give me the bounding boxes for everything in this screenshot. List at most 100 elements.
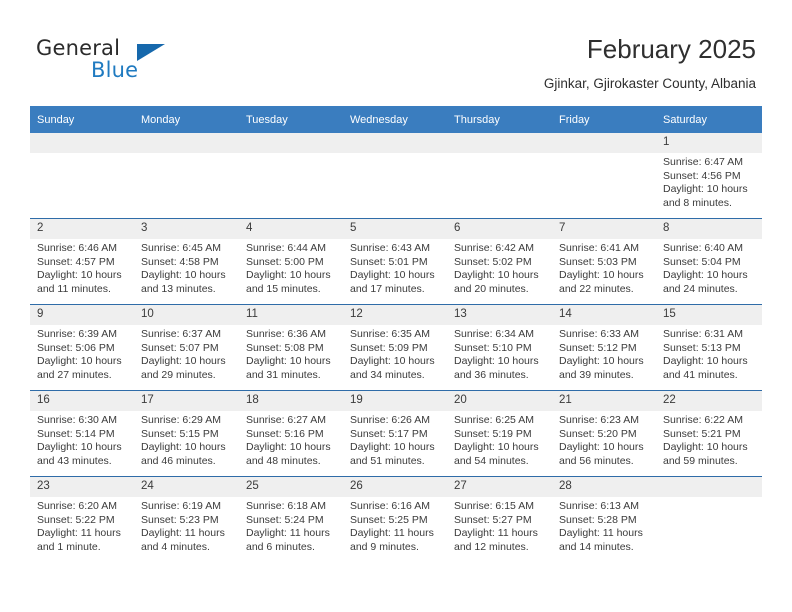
daylight-text: Daylight: 10 hours and 24 minutes. (663, 269, 748, 295)
day-number: 10 (134, 305, 239, 325)
day-details: Sunrise: 6:46 AM Sunset: 4:57 PM Daylight:… (30, 239, 134, 296)
day-number: 26 (343, 477, 447, 497)
day-details: Sunrise: 6:16 AM Sunset: 5:25 PM Daylight:… (343, 497, 447, 554)
weekday-header-friday: Friday (552, 106, 656, 133)
weekday-header-thursday: Thursday (447, 106, 552, 133)
sunrise-text: Sunrise: 6:40 AM (663, 242, 743, 254)
daylight-text: Daylight: 11 hours and 1 minute. (37, 527, 121, 553)
calendar-cell-empty (239, 133, 343, 219)
calendar-day-cell[interactable]: 24 Sunrise: 6:19 AM Sunset: 5:23 PM Dayligh… (134, 476, 239, 562)
sunset-text: Sunset: 5:27 PM (454, 513, 532, 526)
day-cell-inner: 19 Sunrise: 6:26 AM Sunset: 5:17 PM Dayligh… (343, 391, 447, 476)
day-details: Sunrise: 6:43 AM Sunset: 5:01 PM Daylight:… (343, 239, 447, 296)
calendar-day-cell[interactable]: 4 Sunrise: 6:44 AM Sunset: 5:00 PM Daylight… (239, 218, 343, 305)
day-details: Sunrise: 6:18 AM Sunset: 5:24 PM Daylight:… (239, 497, 343, 554)
calendar-day-cell[interactable]: 22 Sunrise: 6:22 AM Sunset: 5:21 PM Dayligh… (656, 390, 762, 477)
sunset-text: Sunset: 5:14 PM (37, 427, 115, 440)
calendar-day-cell[interactable]: 10 Sunrise: 6:37 AM Sunset: 5:07 PM Dayligh… (134, 304, 239, 391)
calendar-day-cell[interactable]: 20 Sunrise: 6:25 AM Sunset: 5:19 PM Dayligh… (447, 390, 552, 477)
day-details: Sunrise: 6:30 AM Sunset: 5:14 PM Daylight:… (30, 411, 134, 468)
day-cell-inner: 10 Sunrise: 6:37 AM Sunset: 5:07 PM Dayligh… (134, 305, 239, 390)
calendar-day-cell[interactable]: 6 Sunrise: 6:42 AM Sunset: 5:02 PM Daylight… (447, 218, 552, 305)
sunset-text: Sunset: 5:16 PM (246, 427, 324, 440)
day-number (656, 477, 762, 497)
calendar-day-cell[interactable]: 21 Sunrise: 6:23 AM Sunset: 5:20 PM Dayligh… (552, 390, 656, 477)
calendar-day-cell[interactable]: 25 Sunrise: 6:18 AM Sunset: 5:24 PM Dayligh… (239, 476, 343, 562)
weekday-header-monday: Monday (134, 106, 239, 133)
sunset-text: Sunset: 5:17 PM (350, 427, 428, 440)
day-details: Sunrise: 6:45 AM Sunset: 4:58 PM Daylight:… (134, 239, 239, 296)
calendar-day-cell[interactable]: 9 Sunrise: 6:39 AM Sunset: 5:06 PM Daylight… (30, 304, 134, 391)
sunrise-text: Sunrise: 6:16 AM (350, 500, 430, 512)
calendar-day-cell[interactable]: 28 Sunrise: 6:13 AM Sunset: 5:28 PM Dayligh… (552, 476, 656, 562)
sunset-text: Sunset: 5:22 PM (37, 513, 115, 526)
sunrise-text: Sunrise: 6:20 AM (37, 500, 117, 512)
day-number (552, 133, 656, 153)
day-details: Sunrise: 6:20 AM Sunset: 5:22 PM Daylight:… (30, 497, 134, 554)
sunset-text: Sunset: 5:09 PM (350, 341, 428, 354)
daylight-text: Daylight: 10 hours and 54 minutes. (454, 441, 539, 467)
calendar-cell-empty (134, 133, 239, 219)
calendar-week-row: 23 Sunrise: 6:20 AM Sunset: 5:22 PM Dayligh… (30, 476, 762, 562)
calendar-day-cell[interactable]: 8 Sunrise: 6:40 AM Sunset: 5:04 PM Daylight… (656, 218, 762, 305)
day-cell-inner: 28 Sunrise: 6:13 AM Sunset: 5:28 PM Dayligh… (552, 477, 656, 562)
day-cell-inner: 11 Sunrise: 6:36 AM Sunset: 5:08 PM Dayligh… (239, 305, 343, 390)
calendar-day-cell[interactable]: 17 Sunrise: 6:29 AM Sunset: 5:15 PM Dayligh… (134, 390, 239, 477)
calendar-day-cell[interactable]: 7 Sunrise: 6:41 AM Sunset: 5:03 PM Daylight… (552, 218, 656, 305)
calendar-day-cell[interactable]: 12 Sunrise: 6:35 AM Sunset: 5:09 PM Dayligh… (343, 304, 447, 391)
calendar-day-cell[interactable]: 15 Sunrise: 6:31 AM Sunset: 5:13 PM Dayligh… (656, 304, 762, 391)
day-number: 17 (134, 391, 239, 411)
sunrise-text: Sunrise: 6:30 AM (37, 414, 117, 426)
day-cell-inner: 5 Sunrise: 6:43 AM Sunset: 5:01 PM Daylight… (343, 219, 447, 304)
day-number: 8 (656, 219, 762, 239)
day-cell-inner: 12 Sunrise: 6:35 AM Sunset: 5:09 PM Dayligh… (343, 305, 447, 390)
day-number: 14 (552, 305, 656, 325)
daylight-text: Daylight: 11 hours and 12 minutes. (454, 527, 538, 553)
day-number: 28 (552, 477, 656, 497)
sunrise-text: Sunrise: 6:46 AM (37, 242, 117, 254)
calendar-day-cell[interactable]: 3 Sunrise: 6:45 AM Sunset: 4:58 PM Daylight… (134, 218, 239, 305)
calendar-day-cell[interactable]: 16 Sunrise: 6:30 AM Sunset: 5:14 PM Dayligh… (30, 390, 134, 477)
sunrise-text: Sunrise: 6:18 AM (246, 500, 326, 512)
calendar-day-cell[interactable]: 19 Sunrise: 6:26 AM Sunset: 5:17 PM Dayligh… (343, 390, 447, 477)
day-number: 4 (239, 219, 343, 239)
day-cell-inner: 14 Sunrise: 6:33 AM Sunset: 5:12 PM Dayligh… (552, 305, 656, 390)
sunset-text: Sunset: 5:00 PM (246, 255, 324, 268)
sunset-text: Sunset: 5:01 PM (350, 255, 428, 268)
general-blue-logo[interactable]: General Blue (36, 36, 276, 88)
daylight-text: Daylight: 10 hours and 43 minutes. (37, 441, 122, 467)
day-details: Sunrise: 6:31 AM Sunset: 5:13 PM Daylight:… (656, 325, 762, 382)
day-cell-inner: 2 Sunrise: 6:46 AM Sunset: 4:57 PM Daylight… (30, 219, 134, 304)
calendar-day-cell[interactable]: 13 Sunrise: 6:34 AM Sunset: 5:10 PM Dayligh… (447, 304, 552, 391)
day-cell-inner (30, 133, 134, 218)
sunrise-text: Sunrise: 6:19 AM (141, 500, 221, 512)
day-number (343, 133, 447, 153)
day-cell-inner (239, 133, 343, 218)
sunrise-text: Sunrise: 6:43 AM (350, 242, 430, 254)
calendar-day-cell[interactable]: 27 Sunrise: 6:15 AM Sunset: 5:27 PM Dayligh… (447, 476, 552, 562)
calendar-day-cell[interactable]: 2 Sunrise: 6:46 AM Sunset: 4:57 PM Daylight… (30, 218, 134, 305)
day-details: Sunrise: 6:39 AM Sunset: 5:06 PM Daylight:… (30, 325, 134, 382)
day-details: Sunrise: 6:15 AM Sunset: 5:27 PM Daylight:… (447, 497, 552, 554)
calendar-day-cell[interactable]: 1 Sunrise: 6:47 AM Sunset: 4:56 PM Daylight… (656, 133, 762, 219)
calendar-day-cell[interactable]: 23 Sunrise: 6:20 AM Sunset: 5:22 PM Dayligh… (30, 476, 134, 562)
day-number: 13 (447, 305, 552, 325)
sunset-text: Sunset: 5:25 PM (350, 513, 428, 526)
day-number: 21 (552, 391, 656, 411)
calendar-table: Sunday Monday Tuesday Wednesday Thursday… (30, 106, 762, 562)
day-details: Sunrise: 6:47 AM Sunset: 4:56 PM Daylight:… (656, 153, 762, 210)
sunrise-text: Sunrise: 6:37 AM (141, 328, 221, 340)
calendar-day-cell[interactable]: 18 Sunrise: 6:27 AM Sunset: 5:16 PM Dayligh… (239, 390, 343, 477)
day-cell-inner: 27 Sunrise: 6:15 AM Sunset: 5:27 PM Dayligh… (447, 477, 552, 562)
day-number (30, 133, 134, 153)
sunset-text: Sunset: 4:58 PM (141, 255, 219, 268)
daylight-text: Daylight: 10 hours and 48 minutes. (246, 441, 331, 467)
day-details: Sunrise: 6:29 AM Sunset: 5:15 PM Daylight:… (134, 411, 239, 468)
day-number: 11 (239, 305, 343, 325)
calendar-day-cell[interactable]: 5 Sunrise: 6:43 AM Sunset: 5:01 PM Daylight… (343, 218, 447, 305)
sunset-text: Sunset: 5:08 PM (246, 341, 324, 354)
calendar-day-cell[interactable]: 11 Sunrise: 6:36 AM Sunset: 5:08 PM Dayligh… (239, 304, 343, 391)
calendar-day-cell[interactable]: 26 Sunrise: 6:16 AM Sunset: 5:25 PM Dayligh… (343, 476, 447, 562)
calendar-day-cell[interactable]: 14 Sunrise: 6:33 AM Sunset: 5:12 PM Dayligh… (552, 304, 656, 391)
sunrise-text: Sunrise: 6:34 AM (454, 328, 534, 340)
